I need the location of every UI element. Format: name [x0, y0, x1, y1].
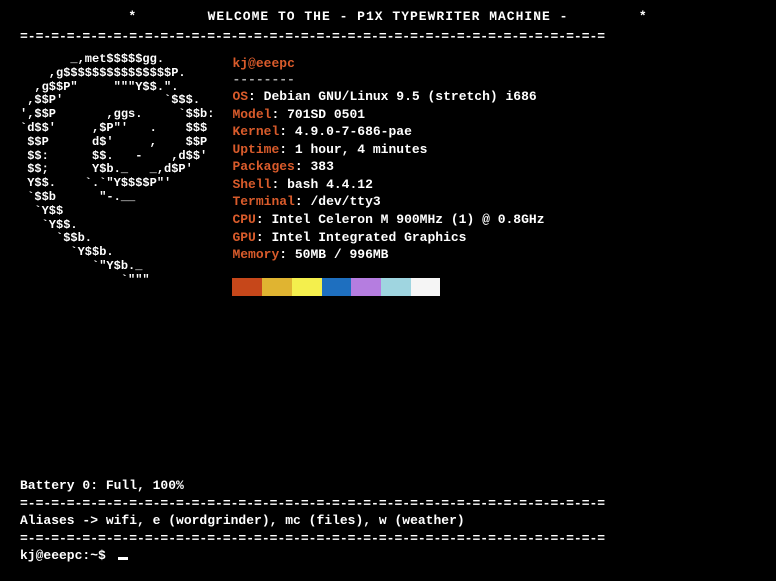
info-shell: Shell: bash 4.4.12 [232, 176, 544, 194]
info-packages: Packages: 383 [232, 158, 544, 176]
info-uptime-label: Uptime [232, 142, 279, 157]
info-cpu-value: Intel Celeron M 900MHz (1) @ 0.8GHz [271, 212, 544, 227]
palette-swatch-red [232, 278, 262, 296]
divider-top: =-=-=-=-=-=-=-=-=-=-=-=-=-=-=-=-=-=-=-=-… [20, 28, 756, 46]
prompt-text: kj@eeepc:~$ [20, 548, 114, 563]
info-model-value: 701SD 0501 [287, 107, 365, 122]
palette-swatch-orange [262, 278, 292, 296]
info-uptime-value: 1 hour, 4 minutes [295, 142, 428, 157]
info-gpu-value: Intel Integrated Graphics [271, 230, 466, 245]
userhost-underline: -------- [232, 71, 544, 89]
info-terminal: Terminal: /dev/tty3 [232, 193, 544, 211]
palette-swatch-blue [322, 278, 352, 296]
info-gpu-label: GPU [232, 230, 255, 245]
welcome-header: * WELCOME TO THE - P1X TYPEWRITER MACHIN… [20, 8, 756, 26]
color-palette [232, 278, 440, 296]
info-os-value: Debian GNU/Linux 9.5 (stretch) i686 [264, 89, 537, 104]
info-os: OS: Debian GNU/Linux 9.5 (stretch) i686 [232, 88, 544, 106]
star-left-icon: * [128, 9, 137, 24]
info-terminal-value: /dev/tty3 [310, 194, 380, 209]
info-os-label: OS [232, 89, 248, 104]
cursor-icon [118, 557, 128, 560]
info-kernel: Kernel: 4.9.0-7-686-pae [232, 123, 544, 141]
hostname: eeepc [256, 56, 295, 71]
aliases-line: Aliases -> wifi, e (wordgrinder), mc (fi… [20, 512, 756, 530]
star-right-icon: * [639, 9, 648, 24]
username: kj [232, 56, 248, 71]
info-terminal-label: Terminal [232, 194, 294, 209]
info-shell-value: bash 4.4.12 [287, 177, 373, 192]
system-info: kj@eeepc -------- OS: Debian GNU/Linux 9… [232, 55, 544, 296]
info-memory-value: 50MB / 996MB [295, 247, 389, 262]
welcome-text: WELCOME TO THE - P1X TYPEWRITER MACHINE … [208, 9, 569, 24]
neofetch-output: _,met$$$$$gg. ,g$$$$$$$$$$$$$$$P. ,g$$P"… [20, 53, 756, 296]
info-kernel-value: 4.9.0-7-686-pae [295, 124, 412, 139]
divider-mid: =-=-=-=-=-=-=-=-=-=-=-=-=-=-=-=-=-=-=-=-… [20, 495, 756, 513]
info-model: Model: 701SD 0501 [232, 106, 544, 124]
bottom-section: Battery 0: Full, 100% =-=-=-=-=-=-=-=-=-… [20, 477, 756, 565]
info-packages-label: Packages [232, 159, 294, 174]
debian-swirl-logo: _,met$$$$$gg. ,g$$$$$$$$$$$$$$$P. ,g$$P"… [20, 53, 214, 288]
info-model-label: Model [232, 107, 271, 122]
palette-swatch-cyan [381, 278, 411, 296]
battery-status: Battery 0: Full, 100% [20, 477, 756, 495]
palette-swatch-white [411, 278, 441, 296]
shell-prompt[interactable]: kj@eeepc:~$ [20, 547, 756, 565]
info-memory: Memory: 50MB / 996MB [232, 246, 544, 264]
info-shell-label: Shell [232, 177, 271, 192]
info-cpu: CPU: Intel Celeron M 900MHz (1) @ 0.8GHz [232, 211, 544, 229]
info-gpu: GPU: Intel Integrated Graphics [232, 229, 544, 247]
info-uptime: Uptime: 1 hour, 4 minutes [232, 141, 544, 159]
palette-swatch-magenta [351, 278, 381, 296]
palette-swatch-yellow [292, 278, 322, 296]
info-memory-label: Memory [232, 247, 279, 262]
info-packages-value: 383 [310, 159, 333, 174]
divider-bottom: =-=-=-=-=-=-=-=-=-=-=-=-=-=-=-=-=-=-=-=-… [20, 530, 756, 548]
info-cpu-label: CPU [232, 212, 255, 227]
info-kernel-label: Kernel [232, 124, 279, 139]
at-sign: @ [248, 56, 256, 71]
